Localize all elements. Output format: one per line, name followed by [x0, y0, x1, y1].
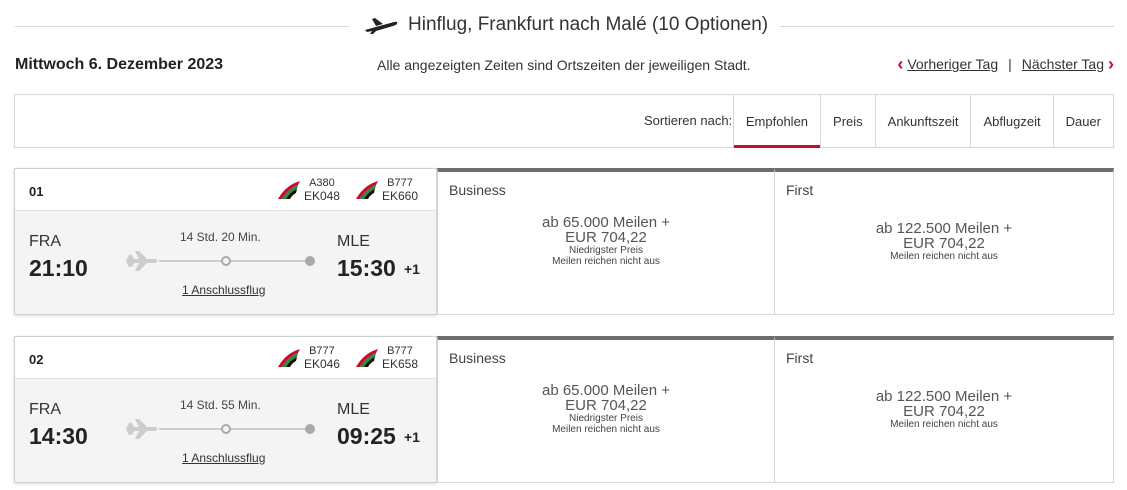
flight-code: EK046 [303, 357, 340, 371]
sort-tab-ankunftszeit[interactable]: Ankunftszeit [874, 95, 971, 147]
timezone-note: Alle angezeigten Zeiten sind Ortszeiten … [377, 57, 751, 73]
header-divider-left [15, 26, 349, 27]
flight-option: 02 B777 EK046 B777 EK658 FRA 14:30 14 St… [14, 336, 1114, 483]
carrier-list: A380 EK048 B777 EK660 [276, 177, 418, 203]
fare-price: ab 65.000 Meilen + EUR 704,22 Niedrigste… [438, 215, 774, 267]
departure-time: 21:10 [29, 255, 88, 281]
emirates-flag-icon [277, 181, 300, 199]
fare-price: ab 122.500 Meilen + EUR 704,22 Meilen re… [775, 389, 1113, 430]
fare-miles: ab 65.000 Meilen + [541, 214, 670, 231]
flight-card[interactable]: 01 A380 EK048 B777 EK660 FRA 21:10 14 St… [14, 168, 437, 315]
miles-insufficient-note: Meilen reichen nicht aus [890, 419, 998, 430]
fare-price: ab 65.000 Meilen + EUR 704,22 Niedrigste… [438, 383, 774, 435]
flight-card-header: 01 A380 EK048 B777 EK660 [15, 169, 436, 211]
fare-class-label: Business [449, 350, 506, 366]
carrier-info: B777 EK046 [304, 345, 340, 371]
fare-eur: EUR 704,22 [903, 235, 985, 252]
origin-code: FRA [29, 233, 61, 250]
emirates-flag-icon [277, 349, 300, 367]
fare-first[interactable]: First ab 122.500 Meilen + EUR 704,22 Mei… [774, 336, 1114, 483]
header-divider-right [780, 26, 1114, 27]
page-title: Hinflug, Frankfurt nach Malé (10 Optione… [408, 14, 769, 35]
carrier-info: B777 EK660 [382, 177, 418, 203]
sort-tabs: Empfohlen Preis Ankunftszeit Abflugzeit … [732, 95, 1113, 148]
destination-code: MLE [337, 401, 370, 418]
fare-class-label: First [786, 350, 814, 366]
fare-miles: ab 122.500 Meilen + [875, 220, 1013, 237]
sort-tab-abflugzeit[interactable]: Abflugzeit [970, 95, 1052, 147]
connection-link[interactable]: 1 Anschlussflug [182, 451, 265, 465]
destination-marker [305, 256, 315, 266]
plane-icon [126, 251, 158, 271]
fare-eur: EUR 704,22 [565, 229, 647, 246]
arrival-time: 15:30 [337, 255, 396, 281]
carrier-info: A380 EK048 [304, 177, 340, 203]
nav-separator: | [1008, 56, 1012, 72]
date-row: Mittwoch 6. Dezember 2023 Alle angezeigt… [15, 54, 1114, 76]
fare-business[interactable]: Business ab 65.000 Meilen + EUR 704,22 N… [437, 168, 775, 315]
carrier-info: B777 EK658 [382, 345, 418, 371]
fare-miles: ab 65.000 Meilen + [541, 382, 670, 399]
carrier-segment: B777 EK658 [354, 345, 418, 371]
route-line [125, 251, 315, 271]
stopover-marker [221, 424, 231, 434]
plane-takeoff-icon [365, 18, 398, 34]
day-offset: +1 [404, 261, 420, 277]
fare-eur: EUR 704,22 [903, 403, 985, 420]
sort-tab-preis[interactable]: Preis [820, 95, 875, 147]
destination-code: MLE [337, 233, 370, 250]
fare-class-label: Business [449, 182, 506, 198]
fare-eur: EUR 704,22 [565, 397, 647, 414]
chevron-left-icon[interactable]: ‹ [897, 55, 903, 73]
chevron-right-icon[interactable]: › [1108, 55, 1114, 73]
sort-tab-dauer[interactable]: Dauer [1052, 95, 1113, 147]
lowest-price-note: Niedrigster Preis [569, 413, 643, 424]
origin-code: FRA [29, 401, 61, 418]
flight-code: EK658 [381, 357, 418, 371]
flight-duration: 14 Std. 20 Min. [180, 230, 261, 244]
travel-date: Mittwoch 6. Dezember 2023 [15, 56, 224, 73]
arrival-time: 09:25 [337, 423, 396, 449]
previous-day-link[interactable]: Vorheriger Tag [907, 56, 998, 72]
day-offset: +1 [404, 429, 420, 445]
fare-price: ab 122.500 Meilen + EUR 704,22 Meilen re… [775, 221, 1113, 262]
results-header: Hinflug, Frankfurt nach Malé (10 Optione… [15, 0, 1114, 52]
flight-duration: 14 Std. 55 Min. [180, 398, 261, 412]
sort-tab-empfohlen[interactable]: Empfohlen [732, 95, 821, 148]
flight-number: 01 [29, 184, 44, 199]
next-day-link[interactable]: Nächster Tag [1022, 56, 1104, 72]
emirates-flag-icon [355, 349, 378, 367]
connection-link[interactable]: 1 Anschlussflug [182, 283, 265, 297]
flight-card-header: 02 B777 EK046 B777 EK658 [15, 337, 436, 379]
miles-insufficient-note: Meilen reichen nicht aus [552, 256, 660, 267]
flight-option: 01 A380 EK048 B777 EK660 FRA 21:10 14 St… [14, 168, 1114, 315]
stopover-marker [221, 256, 231, 266]
miles-insufficient-note: Meilen reichen nicht aus [552, 424, 660, 435]
route-track [159, 260, 309, 262]
fare-first[interactable]: First ab 122.500 Meilen + EUR 704,22 Mei… [774, 168, 1114, 315]
flight-code: EK048 [303, 189, 340, 203]
header-title-group: Hinflug, Frankfurt nach Malé (10 Optione… [364, 14, 768, 36]
miles-insufficient-note: Meilen reichen nicht aus [890, 251, 998, 262]
emirates-flag-icon [355, 181, 378, 199]
destination-marker [305, 424, 315, 434]
day-navigation: ‹ Vorheriger Tag | Nächster Tag › [897, 55, 1114, 73]
carrier-segment: B777 EK046 [276, 345, 340, 371]
fare-business[interactable]: Business ab 65.000 Meilen + EUR 704,22 N… [437, 336, 775, 483]
departure-time: 14:30 [29, 423, 88, 449]
carrier-list: B777 EK046 B777 EK658 [276, 345, 418, 371]
sort-bar: Sortieren nach: Empfohlen Preis Ankunfts… [14, 94, 1114, 148]
route-line [125, 419, 315, 439]
carrier-segment: B777 EK660 [354, 177, 418, 203]
plane-icon [126, 419, 158, 439]
carrier-segment: A380 EK048 [276, 177, 340, 203]
fare-miles: ab 122.500 Meilen + [875, 388, 1013, 405]
fare-class-label: First [786, 182, 814, 198]
flight-card[interactable]: 02 B777 EK046 B777 EK658 FRA 14:30 14 St… [14, 336, 437, 483]
flight-code: EK660 [381, 189, 418, 203]
flight-number: 02 [29, 352, 44, 367]
lowest-price-note: Niedrigster Preis [569, 245, 643, 256]
route-track [159, 428, 309, 430]
sort-label: Sortieren nach: [644, 113, 733, 128]
